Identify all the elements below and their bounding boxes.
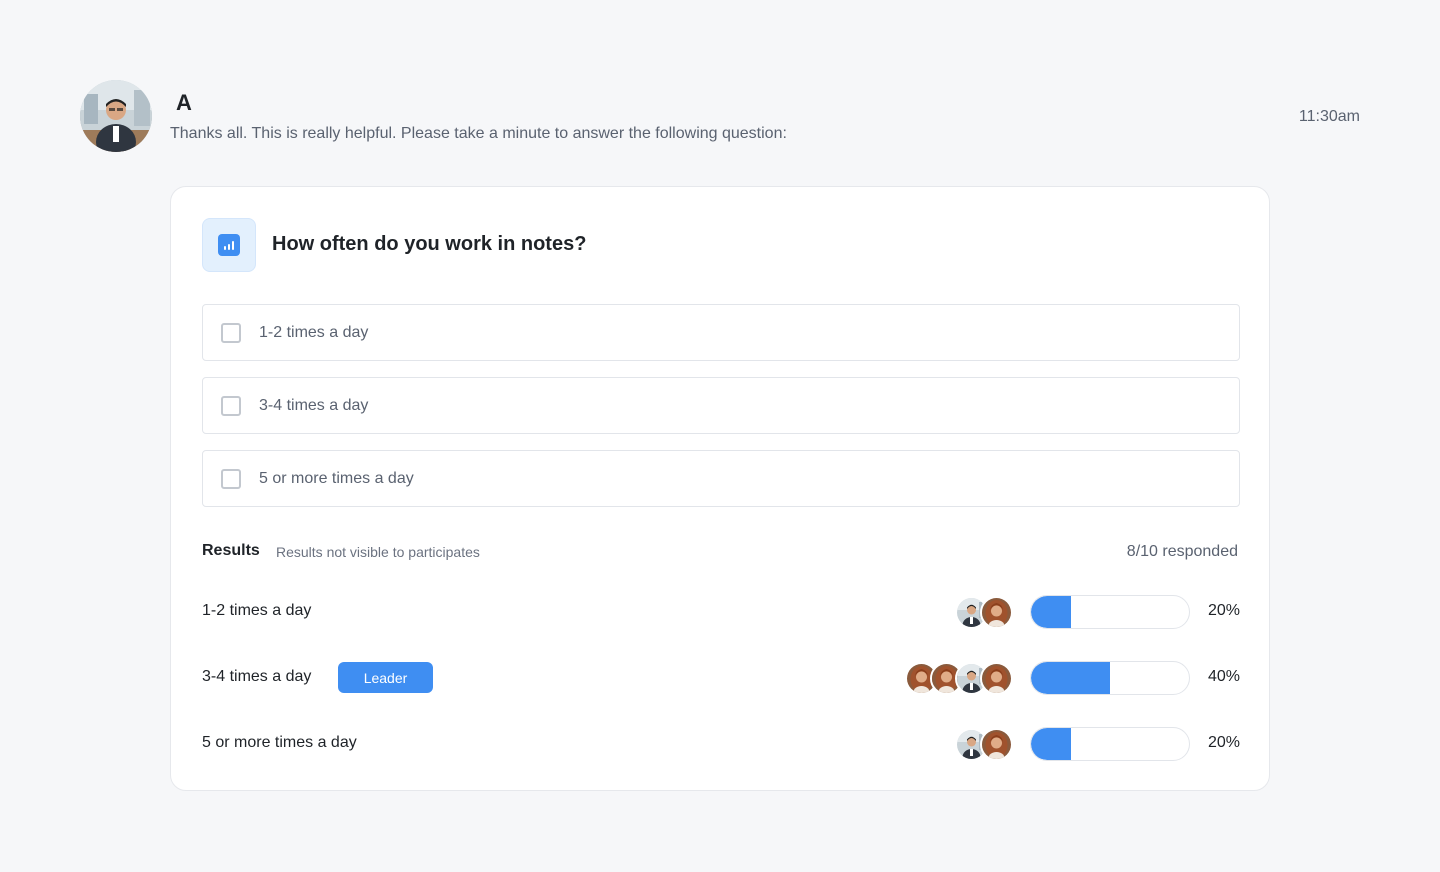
responded-count: 8/10 responded	[1126, 543, 1238, 560]
result-progress-fill	[1031, 662, 1110, 694]
option-checkbox[interactable]	[221, 322, 241, 343]
voter-avatars[interactable]	[955, 728, 1013, 761]
result-label: 5 or more times a day	[202, 734, 357, 751]
voter-avatars[interactable]	[955, 596, 1013, 629]
option-label: 3-4 times a day	[259, 396, 369, 414]
result-row: 5 or more times a day 20%	[202, 727, 1240, 761]
result-label: 3-4 times a day	[202, 668, 312, 685]
voter-avatars[interactable]	[905, 662, 1013, 695]
option-checkbox[interactable]	[221, 468, 241, 489]
person-photo-icon	[80, 80, 152, 152]
message-timestamp: 11:30am	[1298, 108, 1360, 125]
voter-avatar[interactable]	[980, 662, 1013, 695]
results-note: Results not visible to participates	[276, 544, 480, 560]
option-label: 5 or more times a day	[259, 469, 414, 487]
bar-chart-icon	[218, 234, 240, 256]
result-row: 3-4 times a day Leader 40%	[202, 661, 1240, 695]
result-percent: 20%	[1207, 602, 1240, 619]
leader-badge: Leader	[338, 662, 433, 693]
sender-avatar[interactable]	[80, 80, 152, 152]
sender-name: A	[176, 90, 192, 115]
result-progress-fill	[1031, 728, 1071, 760]
option-label: 1-2 times a day	[259, 323, 369, 341]
result-label: 1-2 times a day	[202, 602, 312, 619]
poll-question: How often do you work in notes?	[272, 233, 587, 255]
voter-avatar[interactable]	[980, 728, 1013, 761]
message-text: Thanks all. This is really helpful. Plea…	[170, 125, 787, 142]
chat-message: A Thanks all. This is really helpful. Pl…	[80, 80, 1360, 152]
option-checkbox[interactable]	[221, 395, 241, 416]
poll-option-2[interactable]: 3-4 times a day	[202, 377, 1240, 434]
poll-card: How often do you work in notes? 1-2 time…	[170, 186, 1270, 791]
results-title: Results	[202, 542, 260, 559]
result-percent: 20%	[1207, 734, 1240, 751]
result-row: 1-2 times a day 20%	[202, 595, 1240, 629]
result-progress-bar	[1030, 727, 1190, 761]
poll-option-1[interactable]: 1-2 times a day	[202, 304, 1240, 361]
result-progress-bar	[1030, 661, 1190, 695]
result-percent: 40%	[1207, 668, 1240, 685]
poll-icon-container	[202, 218, 256, 272]
voter-avatar[interactable]	[980, 596, 1013, 629]
result-progress-fill	[1031, 596, 1071, 628]
poll-option-3[interactable]: 5 or more times a day	[202, 450, 1240, 507]
result-progress-bar	[1030, 595, 1190, 629]
